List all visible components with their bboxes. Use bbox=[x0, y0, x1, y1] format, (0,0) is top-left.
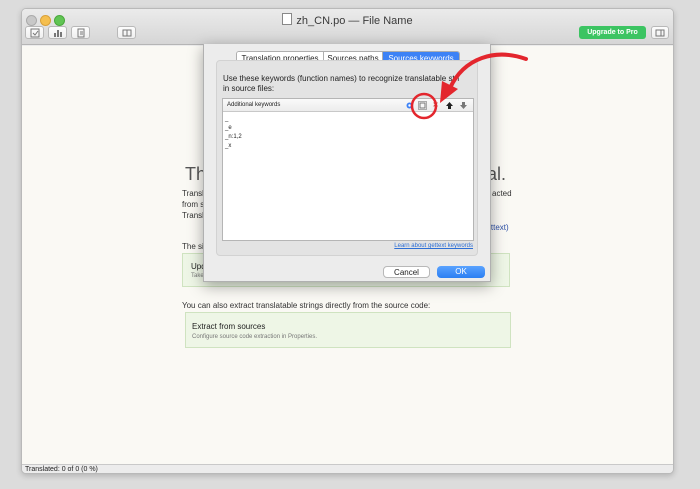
annotation-arrow bbox=[448, 52, 528, 90]
highlight-circle bbox=[410, 92, 438, 120]
annotation-arrow-head bbox=[440, 81, 458, 103]
annotation-overlay bbox=[410, 52, 528, 120]
